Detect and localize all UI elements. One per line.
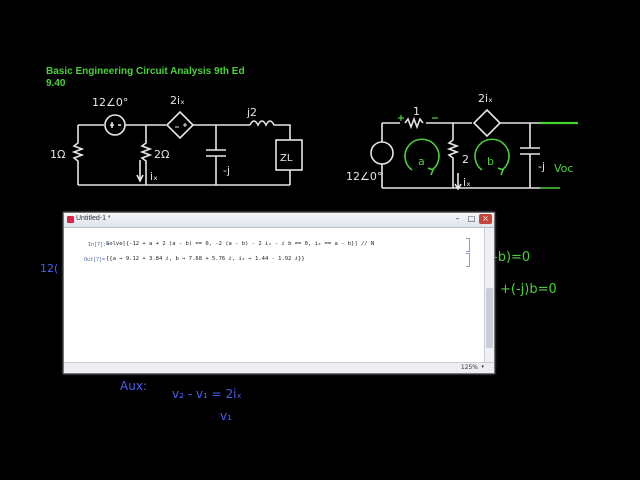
left-capacitor-label: -j — [223, 164, 230, 177]
side-equation-1: -b)=0 — [493, 250, 530, 265]
input-cell[interactable]: Solve[{-12 + a + 2 (a - b) == 0, -2 (a -… — [106, 241, 374, 247]
close-button[interactable]: × — [479, 214, 492, 224]
left-circuit — [71, 110, 303, 186]
maximize-button[interactable]: □ — [465, 214, 478, 224]
vertical-scrollbar[interactable] — [484, 228, 494, 363]
side-equation-2: +(-j)b=0 — [500, 282, 557, 297]
scrollbar-thumb[interactable] — [486, 288, 493, 348]
notebook-window[interactable]: Untitled-1 * – □ × In[7]:= Solve[{-12 + … — [63, 212, 495, 374]
window-title: Untitled-1 * — [76, 215, 111, 222]
right-voltage-source — [370, 141, 394, 165]
mesh-a-label: a — [418, 155, 425, 168]
left-voltage-source — [104, 114, 126, 136]
right-dep-source-label: 2iₓ — [478, 92, 493, 105]
right-resistor-label: 1 — [413, 105, 420, 118]
right-circuit — [370, 108, 578, 191]
right-resistor-2 — [446, 123, 460, 188]
right-dependent-source — [472, 108, 502, 138]
left-resistor-1 — [71, 125, 85, 185]
output-cell[interactable]: {{a → 9.12 + 3.84 ⅈ, b → 7.68 + 5.76 ⅈ, … — [106, 256, 305, 262]
left-load-label: ZL — [280, 153, 293, 164]
right-capacitor-label: -j — [538, 160, 545, 173]
zoom-dropdown-icon[interactable]: ▾ — [481, 364, 484, 370]
aux-line-2: v₁ — [220, 409, 232, 423]
window-titlebar[interactable]: Untitled-1 * – □ × — [64, 213, 494, 228]
left-source-label: 12∠0° — [92, 96, 128, 109]
input-cell-bracket[interactable] — [466, 238, 470, 252]
aux-label: Aux: — [120, 379, 147, 393]
minimize-button[interactable]: – — [451, 214, 464, 224]
left-dep-source-label: 2iₓ — [170, 94, 185, 107]
app-icon — [67, 216, 74, 223]
notebook-body[interactable]: In[7]:= Solve[{-12 + a + 2 (a - b) == 0,… — [64, 228, 484, 363]
right-capacitor — [520, 123, 540, 188]
voc-label: Voc — [554, 162, 573, 175]
left-resistor1-label: 1Ω — [50, 148, 65, 161]
aux-equation: v₂ - v₁ = 2iₓ — [172, 387, 242, 401]
left-equation-fragment: 12( — [40, 262, 58, 275]
left-inductor-label: j2 — [246, 106, 257, 119]
right-source-label: 12∠0° — [346, 170, 382, 183]
left-resistor2-label: 2Ω — [154, 148, 169, 161]
status-bar: 125% ▾ — [64, 362, 494, 373]
right-mid-resistor-label: 2 — [462, 153, 469, 166]
right-current-label: iₓ — [463, 176, 471, 189]
output-cell-bracket[interactable] — [466, 253, 470, 267]
left-inductor — [249, 120, 291, 140]
zoom-level[interactable]: 125% — [461, 364, 478, 371]
right-resistor-1 — [404, 116, 424, 130]
left-current-label: iₓ — [150, 170, 158, 183]
output-cell-label: Out[7]= — [84, 257, 106, 263]
left-dependent-source — [165, 110, 195, 140]
mesh-b-label: b — [487, 155, 494, 168]
